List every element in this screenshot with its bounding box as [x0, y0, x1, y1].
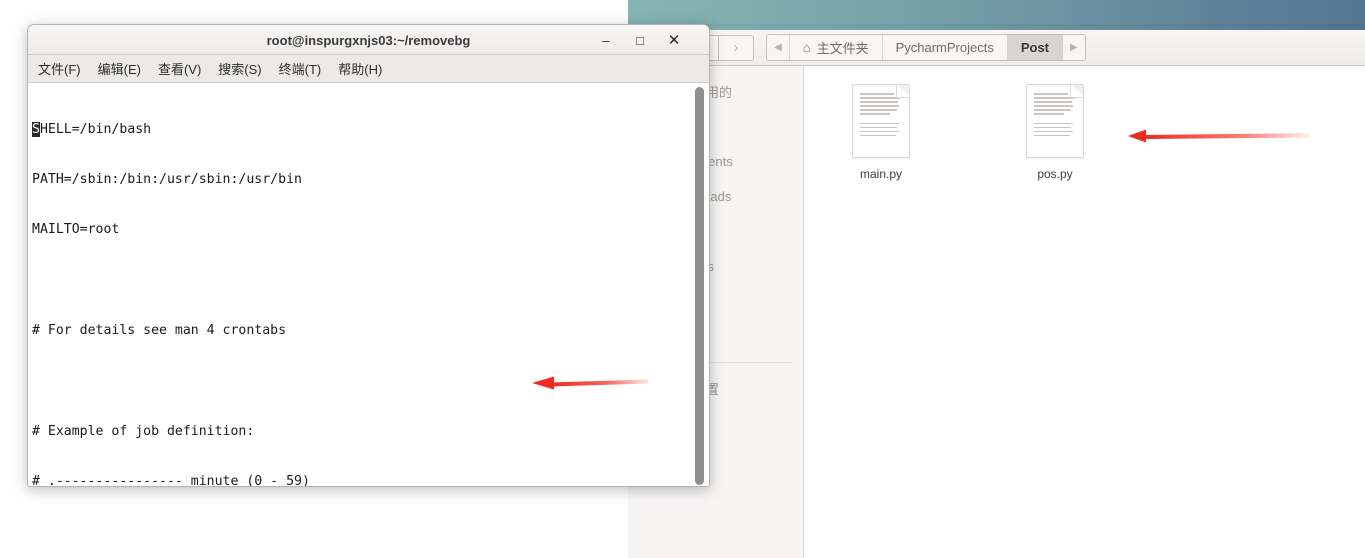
file-name-label: pos.py — [1037, 167, 1073, 181]
terminal-scrollbar-thumb[interactable] — [695, 87, 704, 485]
terminal-menubar: 文件(F) 编辑(E) 查看(V) 搜索(S) 终端(T) 帮助(H) — [28, 55, 709, 83]
file-item-main-py[interactable]: main.py — [831, 84, 931, 181]
home-icon: ⌂ — [802, 40, 811, 55]
breadcrumb-item-home[interactable]: ⌂ 主文件夹 — [789, 35, 883, 60]
breadcrumb-item-label: Post — [1020, 40, 1049, 55]
menu-item-terminal[interactable]: 终端(T) — [279, 59, 322, 78]
triangle-left-icon: ◀ — [774, 42, 782, 53]
chevron-right-icon: › — [733, 39, 739, 56]
menu-item-search[interactable]: 搜索(S) — [218, 59, 261, 78]
file-name-label: main.py — [859, 167, 903, 181]
breadcrumb-scroll-left[interactable]: ◀ — [767, 35, 790, 60]
close-button[interactable]: ✕ — [659, 25, 689, 55]
terminal-line: MAILTO=root — [32, 222, 120, 238]
maximize-icon: □ — [636, 32, 644, 48]
close-icon: ✕ — [667, 32, 681, 49]
triangle-right-icon: ▶ — [1070, 42, 1078, 53]
file-manager-toolbar: ‹ › ◀ ⌂ 主文件夹 PycharmProjects Post ▶ — [628, 30, 1365, 66]
terminal-line: SHELL=/bin/bash — [30, 121, 709, 139]
breadcrumb-item-label: 主文件夹 — [816, 41, 869, 56]
file-manager-window[interactable]: ‹ › ◀ ⌂ 主文件夹 PycharmProjects Post ▶ — [628, 30, 1365, 558]
text-file-icon — [852, 84, 910, 158]
breadcrumb-item-pycharmprojects[interactable]: PycharmProjects — [882, 35, 1008, 60]
minimize-icon: – — [602, 32, 610, 48]
terminal-line: PATH=/sbin:/bin:/usr/sbin:/usr/bin — [32, 171, 302, 187]
terminal-window[interactable]: root@inspurgxnjs03:~/removebg – □ ✕ 文件(F… — [27, 24, 710, 487]
text-file-icon — [1026, 84, 1084, 158]
breadcrumb: ◀ ⌂ 主文件夹 PycharmProjects Post ▶ — [766, 34, 1086, 61]
menu-item-view[interactable]: 查看(V) — [158, 59, 201, 78]
minimize-button[interactable]: – — [591, 25, 621, 55]
menu-item-edit[interactable]: 编辑(E) — [98, 59, 141, 78]
file-item-pos-py[interactable]: pos.py — [1005, 84, 1105, 181]
terminal-line: # .---------------- minute (0 - 59) — [32, 474, 310, 487]
file-manager-content[interactable]: main.py pos.py — [805, 66, 1365, 558]
menu-item-help[interactable]: 帮助(H) — [338, 59, 382, 78]
breadcrumb-item-label: PycharmProjects — [895, 40, 994, 55]
breadcrumb-scroll-right[interactable]: ▶ — [1063, 35, 1085, 60]
terminal-cursor: S — [32, 121, 40, 137]
file-grid: main.py pos.py — [805, 66, 1365, 181]
menu-item-file[interactable]: 文件(F) — [38, 59, 81, 78]
breadcrumb-item-post[interactable]: Post — [1007, 35, 1063, 60]
terminal-output[interactable]: SHELL=/bin/bash PATH=/sbin:/bin:/usr/sbi… — [28, 84, 709, 486]
terminal-line: # For details see man 4 crontabs — [32, 323, 287, 339]
maximize-button[interactable]: □ — [625, 25, 655, 55]
terminal-line-text: HELL=/bin/bash — [39, 121, 152, 137]
terminal-titlebar[interactable]: root@inspurgxnjs03:~/removebg – □ ✕ — [28, 25, 709, 55]
forward-button[interactable]: › — [718, 34, 754, 61]
terminal-line: # Example of job definition: — [32, 423, 255, 439]
